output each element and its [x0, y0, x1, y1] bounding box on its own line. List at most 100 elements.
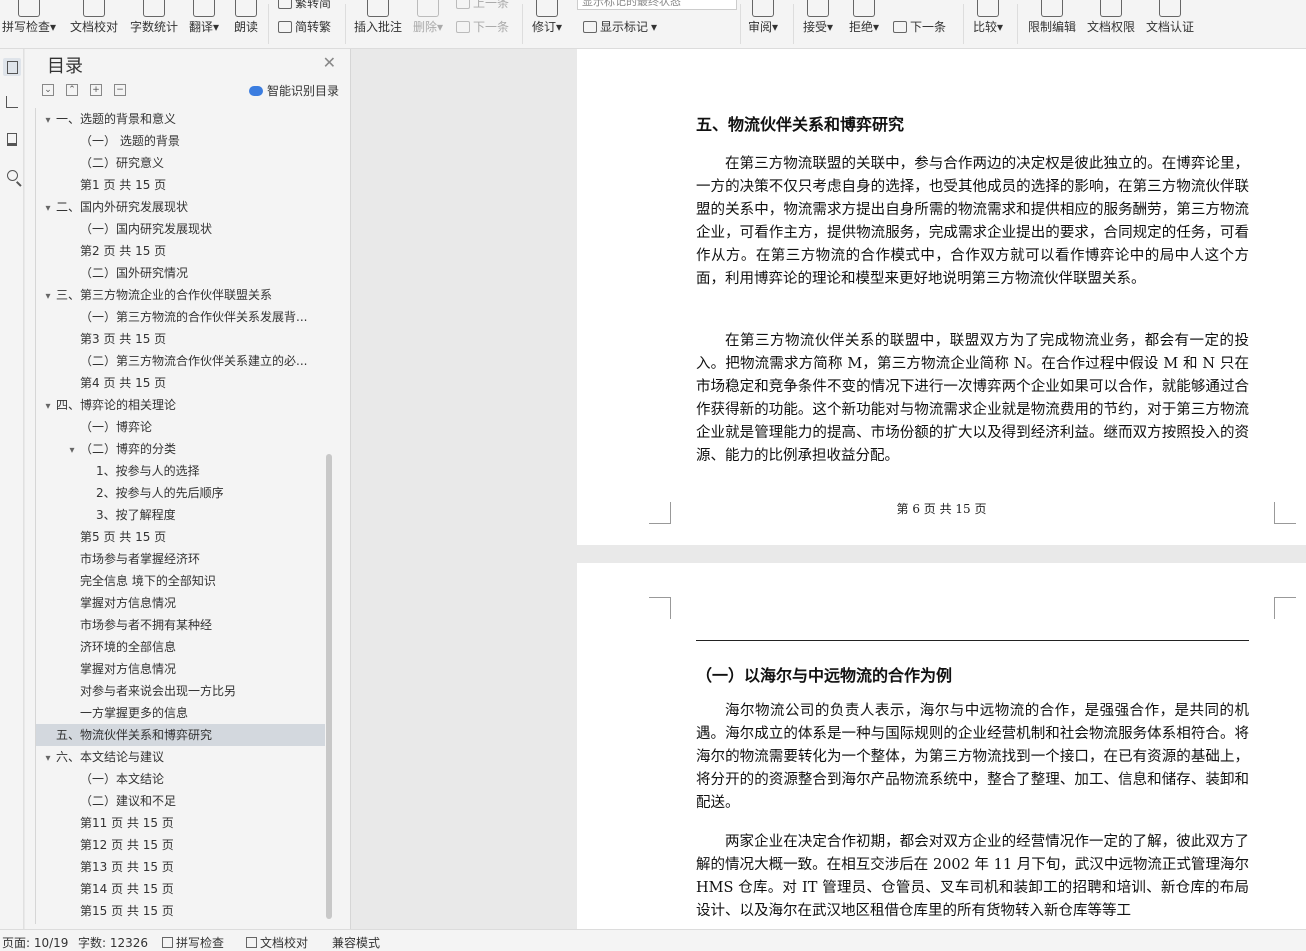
next-change-icon	[893, 20, 907, 33]
toc-item[interactable]: 2、按参与人的先后顺序	[36, 482, 325, 504]
status-bar: 页面: 10/19 字数: 12326 拼写检查 文档校对 兼容模式	[0, 929, 1306, 951]
toc-item[interactable]: 第14 页 共 15 页	[36, 878, 325, 900]
prev-comment-button[interactable]: 上一条	[456, 0, 509, 11]
toc-item[interactable]: 第12 页 共 15 页	[36, 834, 325, 856]
toc-item-label: 六、本文结论与建议	[56, 750, 165, 764]
toc-list: ▾ 一、选题的背景和意义 （一） 选题的背景 （二）研究意义 第1 页 共 15 页 ▾ 二…	[35, 108, 325, 924]
chevron-down-icon[interactable]: ▾	[40, 748, 56, 768]
toc-item[interactable]: 第11 页 共 15 页	[36, 812, 325, 834]
compare-button[interactable]: 比较▾	[973, 0, 1003, 44]
toc-item-label: 第14 页 共 15 页	[80, 882, 174, 896]
chevron-down-icon[interactable]: ▾	[40, 110, 56, 130]
doc-certify-button[interactable]: 文档认证	[1146, 0, 1194, 44]
toc-item[interactable]: ▾ 一、选题的背景和意义	[36, 108, 325, 130]
close-icon[interactable]: ✕	[323, 53, 336, 72]
search-icon[interactable]	[3, 166, 21, 184]
toc-item[interactable]: （一）第三方物流的合作伙伴关系发展背...	[36, 306, 325, 328]
toc-item[interactable]: 济环境的全部信息	[36, 636, 325, 658]
show-markup-icon	[583, 20, 597, 33]
permission-icon	[1100, 0, 1122, 17]
track-changes-icon	[536, 0, 559, 17]
next-change-button[interactable]: 下一条	[893, 18, 946, 35]
toc-item-label: 第13 页 共 15 页	[80, 860, 174, 874]
word-count-icon	[143, 0, 165, 17]
collapse-all-icon[interactable]: ⌄	[42, 84, 54, 96]
toc-item[interactable]: 对参与者来说会出现一方比另	[36, 680, 325, 702]
navigation-tree-icon[interactable]	[3, 93, 21, 111]
next-comment-button[interactable]: 下一条	[456, 18, 509, 35]
toc-item-label: 对参与者来说会出现一方比另	[80, 684, 237, 698]
restrict-edit-button[interactable]: 限制编辑	[1028, 0, 1076, 44]
toc-item[interactable]: ▾ 三、第三方物流企业的合作伙伴联盟关系	[36, 284, 325, 306]
toc-item[interactable]: 1、按参与人的选择	[36, 460, 325, 482]
toc-item[interactable]: 第1 页 共 15 页	[36, 174, 325, 196]
toc-item[interactable]: 3、按了解程度	[36, 504, 325, 526]
reject-button[interactable]: 拒绝▾	[849, 0, 879, 44]
ribbon-divider	[268, 4, 269, 44]
toc-item-label: （一）国内研究发展现状	[80, 222, 213, 236]
toc-item[interactable]: 市场参与者掌握经济环	[36, 548, 325, 570]
toc-item[interactable]: 第13 页 共 15 页	[36, 856, 325, 878]
smart-toc-button[interactable]: 智能识别目录	[249, 82, 339, 99]
toc-item[interactable]: 一方掌握更多的信息	[36, 702, 325, 724]
chevron-down-icon[interactable]: ▾	[40, 198, 56, 218]
toc-item[interactable]: ▾ 二、国内外研究发展现状	[36, 196, 325, 218]
markup-mode-select[interactable]: 显示标记的最终状态	[577, 0, 737, 10]
toc-item[interactable]: 第2 页 共 15 页	[36, 240, 325, 262]
accept-button[interactable]: 接受▾	[803, 0, 833, 44]
toc-item[interactable]: 掌握对方信息情况	[36, 592, 325, 614]
doc-permission-button[interactable]: 文档权限	[1087, 0, 1135, 44]
toc-item[interactable]: （一）博弈论	[36, 416, 325, 438]
trad-to-simp-button[interactable]: 繁转简	[278, 0, 331, 11]
toc-item[interactable]: 第15 页 共 15 页	[36, 900, 325, 922]
toc-panel-icon[interactable]	[3, 58, 21, 76]
bookmark-icon[interactable]	[3, 130, 21, 148]
toc-item-label: 第15 页 共 15 页	[80, 904, 174, 918]
translate-button[interactable]: 翻译▾	[189, 0, 219, 44]
toc-item[interactable]: （二）建议和不足	[36, 790, 325, 812]
toc-item[interactable]: ▾ （二）博弈的分类	[36, 438, 325, 460]
doc-proof-button[interactable]: 文档校对	[70, 0, 118, 44]
toc-item[interactable]: （二）第三方物流合作伙伴关系建立的必...	[36, 350, 325, 372]
toc-item-label: 第3 页 共 15 页	[80, 332, 167, 346]
simp-to-trad-button[interactable]: 简转繁	[278, 18, 331, 35]
toc-scrollbar[interactable]	[326, 454, 332, 919]
toc-item[interactable]: 第4 页 共 15 页	[36, 372, 325, 394]
chevron-down-icon[interactable]: ▾	[64, 440, 80, 460]
track-changes-button[interactable]: 修订▾	[532, 0, 562, 44]
toc-item[interactable]: 第5 页 共 15 页	[36, 526, 325, 548]
remove-heading-icon[interactable]: −	[114, 84, 126, 96]
insert-comment-button[interactable]: 插入批注	[354, 0, 402, 44]
simp-trad-icon	[278, 20, 292, 33]
word-count-button[interactable]: 字数统计	[130, 0, 178, 44]
toc-item[interactable]: （二）研究意义	[36, 152, 325, 174]
toc-item[interactable]: ▾ 六、本文结论与建议	[36, 746, 325, 768]
read-aloud-button[interactable]: 朗读	[234, 0, 258, 44]
page-indicator[interactable]: 页面: 10/19	[2, 934, 68, 951]
add-heading-icon[interactable]: +	[90, 84, 102, 96]
toc-item[interactable]: 第3 页 共 15 页	[36, 328, 325, 350]
expand-all-icon[interactable]: ⌃	[66, 84, 78, 96]
spell-check-toggle[interactable]: 拼写检查	[162, 934, 224, 951]
toc-item[interactable]: 完全信息 境下的全部知识	[36, 570, 325, 592]
toc-item[interactable]: （二）国外研究情况	[36, 262, 325, 284]
toc-item[interactable]: 掌握对方信息情况	[36, 658, 325, 680]
chevron-down-icon[interactable]: ▾	[40, 286, 56, 306]
show-markup-button[interactable]: 显示标记 ▾	[583, 18, 657, 35]
side-icon-rail	[0, 49, 24, 929]
toc-item[interactable]: 市场参与者不拥有某种经	[36, 614, 325, 636]
checkbox-icon	[162, 937, 173, 948]
toc-item[interactable]: 五、物流伙伴关系和博弈研究	[36, 724, 325, 746]
review-button[interactable]: 审阅▾	[748, 0, 778, 44]
toc-item[interactable]: ▾ 四、博弈论的相关理论	[36, 394, 325, 416]
chevron-down-icon[interactable]: ▾	[40, 396, 56, 416]
toc-item-label: （一）第三方物流的合作伙伴关系发展背...	[80, 310, 308, 324]
doc-proof-toggle[interactable]: 文档校对	[246, 934, 308, 951]
toc-item[interactable]: （一）国内研究发展现状	[36, 218, 325, 240]
delete-comment-button[interactable]: 删除▾	[413, 0, 443, 44]
review-icon	[752, 0, 775, 17]
toc-item[interactable]: （一） 选题的背景	[36, 130, 325, 152]
toc-item[interactable]: （一）本文结论	[36, 768, 325, 790]
word-count-indicator[interactable]: 字数: 12326	[78, 934, 148, 951]
spell-check-button[interactable]: 拼写检查▾	[2, 0, 56, 44]
